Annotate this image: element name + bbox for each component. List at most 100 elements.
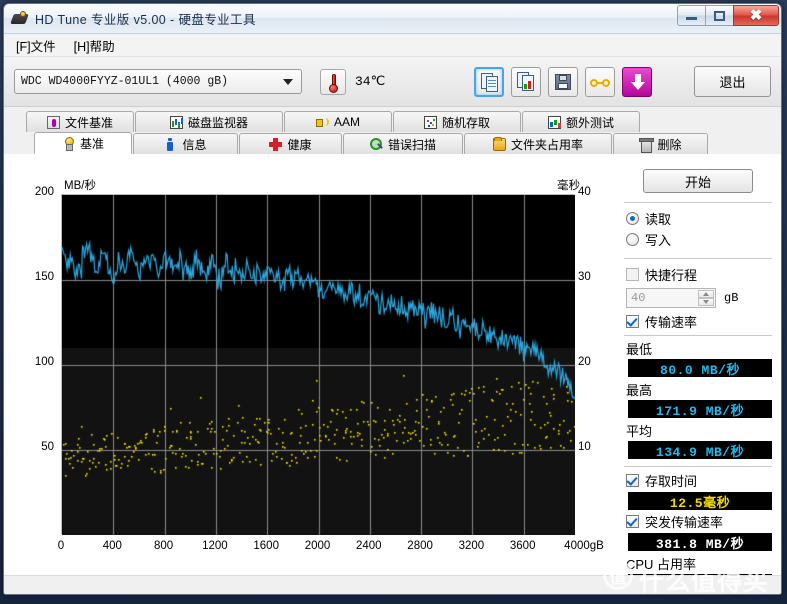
magnifier-icon (369, 137, 383, 151)
stepper-buttons[interactable] (698, 290, 714, 306)
maximize-icon (714, 10, 725, 21)
tab-info[interactable]: 信息 (133, 133, 238, 154)
radio-read[interactable]: 读取 (626, 209, 774, 228)
disk-monitor-icon (169, 115, 183, 129)
drive-select-value: WDC WD4000FYYZ-01UL1 (4000 gB) (21, 75, 229, 88)
short-stroke-value: 40 (631, 291, 646, 305)
x-tick: 1200 (202, 540, 228, 552)
file-benchmark-icon (46, 115, 60, 129)
y-tick-right: 20 (578, 356, 591, 368)
radio-read-label: 读取 (645, 212, 672, 227)
tab-benchmark[interactable]: 基准 (34, 132, 132, 154)
info-icon (164, 137, 177, 151)
speaker-icon (315, 116, 329, 129)
y-tick-right: 40 (578, 186, 591, 198)
minimize-button[interactable] (677, 5, 706, 26)
tab-label: 健康 (287, 137, 312, 152)
y-tick-left: 200 (34, 186, 54, 198)
tabs: 文件基准 磁盘监视器 AAM 随机存取 额外测试 基准 信息 健康 错误扫描 文… (4, 107, 781, 154)
stepper-up[interactable] (698, 290, 714, 298)
menu-file[interactable]: [F]文件 (16, 36, 56, 55)
access-time-label: 存取时间 (645, 474, 698, 489)
avg-value: 134.9 MB/秒 (628, 441, 772, 460)
control-panel: 开始 读取 写入 快捷行程 40 gB 传输速率 最低 80.0 MB/秒 最高… (622, 165, 774, 592)
copy-image-button[interactable] (511, 66, 541, 97)
tab-label: AAM (333, 115, 360, 129)
x-tick: 0 (57, 540, 65, 552)
screen: HD Tune 专业版 v5.00 - 硬盘专业工具 ✖ [F]文件 [H]帮助… (0, 0, 787, 604)
drive-select[interactable]: WDC WD4000FYYZ-01UL1 (4000 gB) (14, 69, 302, 94)
tab-extra-tests[interactable]: 额外测试 (522, 111, 640, 132)
avg-label: 平均 (626, 424, 653, 439)
min-value: 80.0 MB/秒 (628, 359, 772, 378)
tab-folder-usage[interactable]: 文件夹占用率 (464, 133, 612, 154)
tab-disk-monitor[interactable]: 磁盘监视器 (135, 111, 283, 132)
tab-label: 文件基准 (64, 115, 113, 130)
temperature-button[interactable] (320, 68, 346, 95)
plot-canvas (62, 195, 575, 535)
benchmark-chart: MB/秒 毫秒 50 100 150 200 10 20 30 40 0 400 800 1200 16… (18, 169, 614, 581)
short-stroke-checkbox-icon (626, 268, 639, 281)
tab-erase[interactable]: 删除 (613, 133, 708, 154)
start-button[interactable]: 开始 (643, 169, 753, 193)
plot-area (61, 194, 575, 535)
tab-row-2: 基准 信息 健康 错误扫描 文件夹占用率 删除 (4, 132, 781, 154)
benchmark-panel: MB/秒 毫秒 50 100 150 200 10 20 30 40 0 400 800 1200 16… (4, 154, 781, 594)
glasses-button[interactable] (585, 66, 615, 97)
checkbox-access-time[interactable]: 存取时间 (626, 471, 774, 490)
title-bar: HD Tune 专业版 v5.00 - 硬盘专业工具 ✖ (4, 4, 781, 34)
tab-random-access[interactable]: 随机存取 (393, 111, 521, 132)
burst-rate-label: 突发传输速率 (645, 515, 724, 530)
hd-tune-window: HD Tune 专业版 v5.00 - 硬盘专业工具 ✖ [F]文件 [H]帮助… (3, 3, 782, 595)
y-axis-unit-right: 毫秒 (557, 180, 580, 192)
exit-button[interactable]: 退出 (694, 66, 771, 97)
toolbar: WDC WD4000FYYZ-01UL1 (4000 gB) 34℃ 退出 (4, 57, 781, 107)
close-button[interactable]: ✖ (733, 5, 779, 26)
x-tick: 1600 (253, 540, 279, 552)
y-tick-left: 100 (34, 356, 54, 368)
divider (624, 335, 772, 336)
radio-write-icon (626, 233, 639, 246)
stepper-down[interactable] (698, 298, 714, 306)
x-tick: 800 (154, 540, 174, 552)
x-tick: 3600 (509, 540, 536, 552)
y-tick-right: 30 (578, 271, 591, 283)
short-stroke-input[interactable]: 40 (626, 288, 716, 308)
x-tick: 2000 (304, 540, 331, 552)
trash-icon (639, 137, 655, 153)
download-button[interactable] (622, 66, 652, 97)
short-stroke-label: 快捷行程 (645, 268, 698, 283)
copy-button[interactable] (474, 66, 504, 97)
x-tick: 400 (102, 540, 122, 552)
checkbox-transfer-rate[interactable]: 传输速率 (626, 312, 774, 331)
divider (624, 258, 772, 259)
y-tick-left: 50 (41, 441, 54, 453)
short-stroke-stepper[interactable]: 40 gB (626, 288, 774, 308)
chevron-down-icon (703, 300, 709, 304)
glasses-icon (590, 78, 598, 87)
tab-label: 删除 (657, 137, 682, 152)
extra-tests-icon (547, 115, 561, 129)
chevron-up-icon (703, 292, 709, 296)
save-button[interactable] (548, 66, 578, 97)
tab-health[interactable]: 健康 (239, 133, 342, 154)
burst-rate-checkbox-icon (626, 515, 639, 528)
transfer-rate-checkbox-icon (626, 315, 639, 328)
hard-disk-icon (10, 10, 29, 28)
menu-help[interactable]: [H]帮助 (74, 36, 115, 55)
checkbox-short-stroke[interactable]: 快捷行程 (626, 265, 774, 284)
checkbox-burst-rate[interactable]: 突发传输速率 (626, 512, 774, 531)
maximize-button[interactable] (705, 5, 734, 26)
tab-label: 文件夹占用率 (510, 137, 583, 152)
tab-file-benchmark[interactable]: 文件基准 (26, 111, 134, 132)
tab-error-scan[interactable]: 错误扫描 (343, 133, 463, 154)
y-tick-left: 150 (34, 271, 54, 283)
radio-write[interactable]: 写入 (626, 230, 774, 249)
tab-aam[interactable]: AAM (284, 111, 392, 132)
divider (624, 466, 772, 467)
window-controls: ✖ (677, 5, 779, 26)
min-label: 最低 (626, 342, 653, 357)
chevron-down-icon (283, 78, 293, 85)
radio-read-icon (626, 212, 639, 225)
x-tick: 2800 (407, 540, 433, 552)
